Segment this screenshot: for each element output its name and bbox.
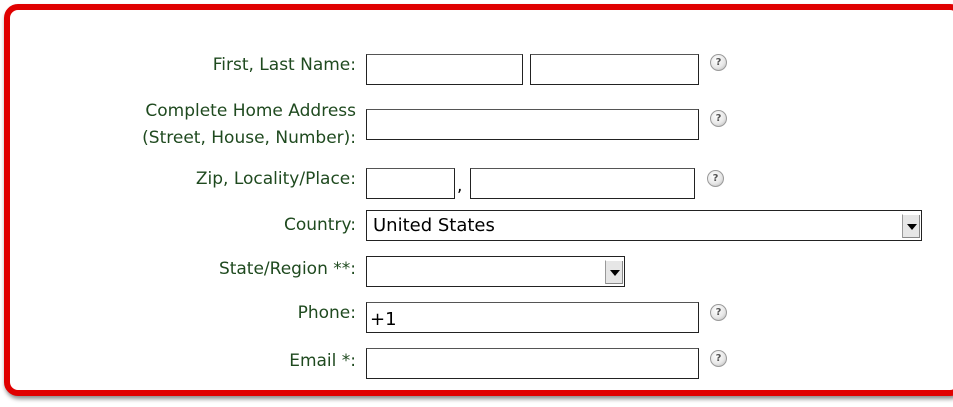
country-selected-value: United States bbox=[373, 215, 495, 236]
chevron-down-icon[interactable] bbox=[605, 260, 623, 284]
zip-label: Zip, Locality/Place: bbox=[195, 169, 356, 189]
first-name-field[interactable] bbox=[366, 54, 523, 85]
comma-separator: , bbox=[457, 176, 463, 196]
country-label: Country: bbox=[283, 215, 356, 235]
question-help-icon[interactable]: ? bbox=[710, 350, 727, 367]
email-label: Email *: bbox=[289, 351, 356, 371]
chevron-down-icon[interactable] bbox=[902, 214, 920, 238]
zip-field[interactable] bbox=[366, 168, 455, 199]
address-label-line2: (Street, House, Number): bbox=[142, 128, 356, 148]
question-help-icon[interactable]: ? bbox=[710, 54, 727, 71]
question-help-icon[interactable]: ? bbox=[710, 110, 727, 127]
state-label: State/Region **: bbox=[218, 259, 356, 279]
name-label: First, Last Name: bbox=[212, 55, 356, 75]
phone-label: Phone: bbox=[297, 303, 356, 323]
locality-field[interactable] bbox=[470, 168, 695, 199]
question-help-icon[interactable]: ? bbox=[707, 170, 724, 187]
address-label-line1: Complete Home Address bbox=[145, 101, 356, 121]
country-select[interactable]: United States bbox=[366, 210, 922, 241]
question-help-icon[interactable]: ? bbox=[710, 304, 727, 321]
address-field[interactable] bbox=[366, 109, 699, 140]
email-field[interactable] bbox=[366, 348, 699, 379]
state-select[interactable] bbox=[366, 256, 625, 287]
phone-field[interactable] bbox=[366, 302, 699, 333]
last-name-field[interactable] bbox=[530, 54, 699, 85]
